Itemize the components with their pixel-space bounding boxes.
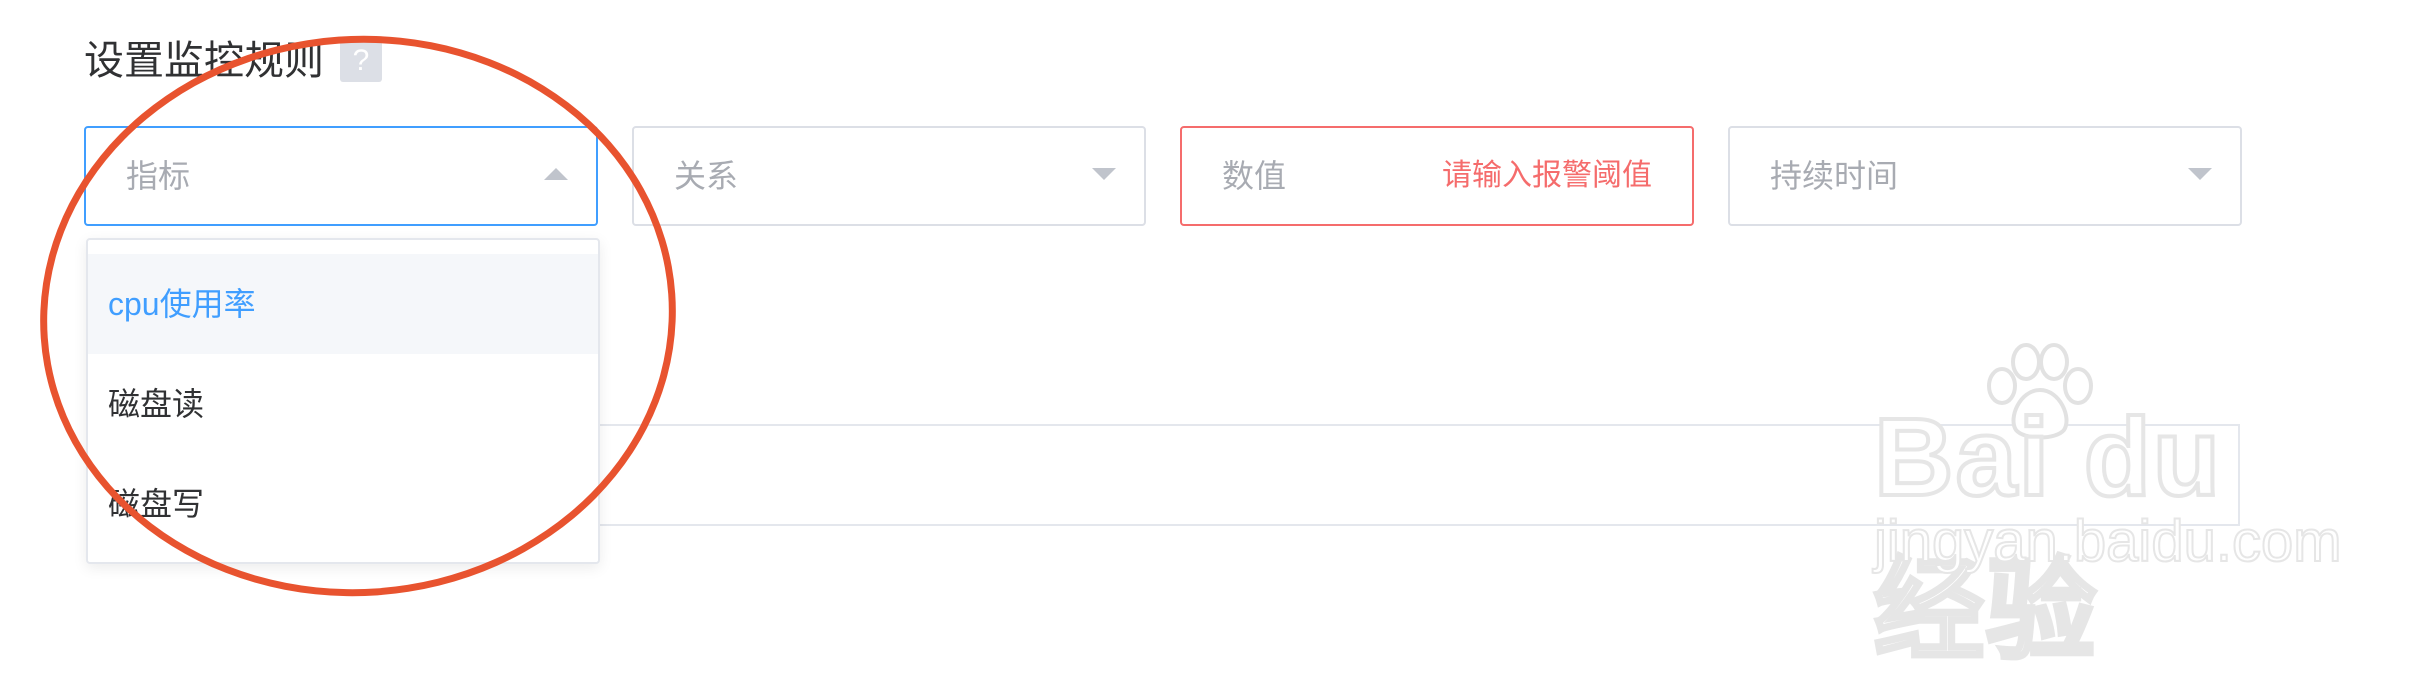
duration-select[interactable]: 持续时间 xyxy=(1728,126,2242,226)
help-icon[interactable]: ? xyxy=(340,40,382,82)
option-disk-read[interactable]: 磁盘读 xyxy=(88,354,598,454)
watermark-domain: jingyan.baidu.com xyxy=(1873,508,2343,575)
threshold-value-input[interactable]: 数值 请输入报警阈值 xyxy=(1180,126,1694,226)
relation-select[interactable]: 关系 xyxy=(632,126,1146,226)
relation-placeholder: 关系 xyxy=(674,158,739,194)
baidu-watermark: Bai du 经验 jingyan.baidu.com xyxy=(1860,340,2343,675)
duration-placeholder: 持续时间 xyxy=(1770,158,1899,194)
value-error-message: 请输入报警阈值 xyxy=(1442,159,1652,192)
section-title: 设置监控规则 ? xyxy=(84,32,382,90)
section-title-text: 设置监控规则 xyxy=(84,39,324,83)
metric-select[interactable]: 指标 xyxy=(84,126,598,226)
metric-placeholder: 指标 xyxy=(126,158,191,194)
option-disk-write[interactable]: 磁盘写 xyxy=(88,454,598,554)
metric-dropdown: cpu使用率 磁盘读 磁盘写 xyxy=(86,238,600,564)
option-cpu-usage[interactable]: cpu使用率 xyxy=(88,254,598,354)
chevron-down-icon xyxy=(2188,168,2212,180)
chevron-down-icon xyxy=(1092,168,1116,180)
chevron-up-icon xyxy=(544,168,568,180)
value-placeholder: 数值 xyxy=(1222,158,1287,194)
